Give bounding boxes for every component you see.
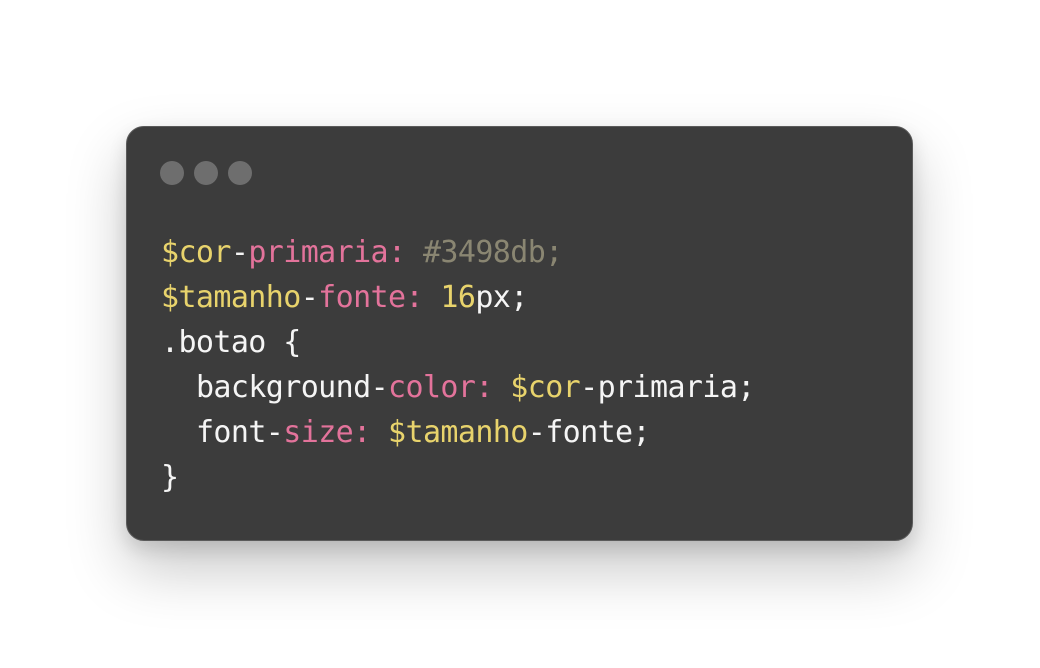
code-line-3: .botao {	[161, 320, 755, 365]
token-variable: $tamanho	[370, 415, 528, 450]
token-property: primaria:	[248, 235, 406, 270]
token-value: #3498db;	[405, 235, 563, 270]
token-property: fonte:	[318, 280, 423, 315]
token-brace: }	[161, 460, 179, 495]
code-line-6: }	[161, 455, 755, 500]
token-selector: .botao {	[161, 325, 301, 360]
token-property-part: font	[195, 415, 266, 450]
token-dash: -	[265, 415, 284, 450]
token-dash: -	[300, 280, 319, 315]
token-number: 16	[422, 280, 476, 315]
token-variable: $tamanho	[161, 280, 301, 315]
token-variable: $cor	[492, 370, 581, 405]
code-line-5: font-size: $tamanho-fonte;	[161, 410, 755, 455]
token-rest: fonte;	[545, 415, 650, 450]
token-unit: px;	[475, 280, 528, 315]
window-dot-icon[interactable]	[194, 161, 218, 185]
code-block: $cor-primaria: #3498db; $tamanho-fonte: 1…	[161, 230, 755, 500]
code-line-2: $tamanho-fonte: 16px;	[161, 275, 755, 320]
token-property: color:	[388, 370, 493, 405]
window-dot-icon[interactable]	[228, 161, 252, 185]
token-dash: -	[580, 370, 598, 405]
token-variable: $cor	[161, 235, 231, 270]
token-rest: primaria;	[597, 370, 756, 405]
window-dot-icon[interactable]	[160, 161, 184, 185]
token-dash: -	[527, 415, 546, 450]
code-window: $cor-primaria: #3498db; $tamanho-fonte: 1…	[126, 126, 913, 541]
window-controls	[160, 161, 252, 185]
code-line-1: $cor-primaria: #3498db;	[161, 230, 755, 275]
token-dash: -	[370, 370, 389, 405]
token-dash: -	[230, 235, 249, 270]
code-line-4: background-color: $cor-primaria;	[161, 365, 755, 410]
token-property: size:	[283, 415, 371, 450]
canvas: $cor-primaria: #3498db; $tamanho-fonte: 1…	[0, 0, 1040, 668]
token-property-part: background	[195, 370, 371, 405]
